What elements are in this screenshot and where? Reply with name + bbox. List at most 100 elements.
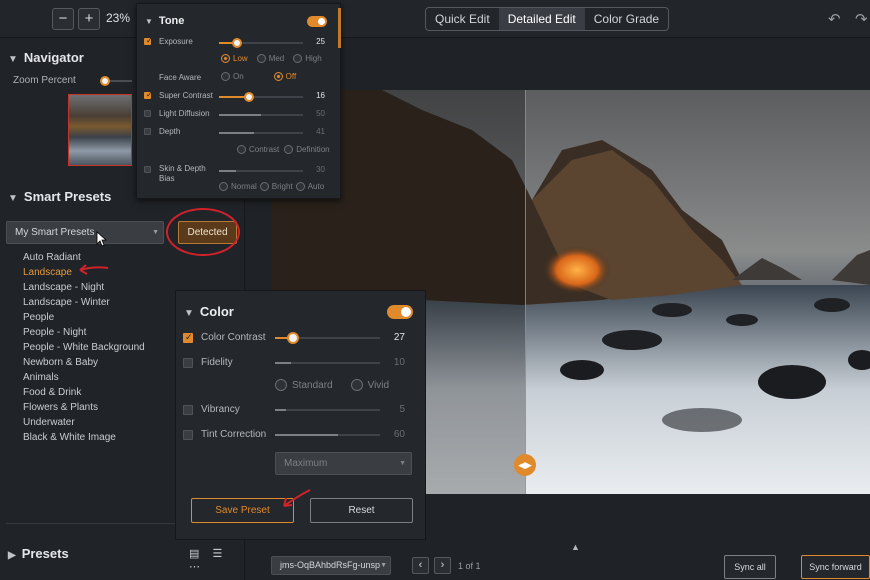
radio-med[interactable] — [256, 54, 266, 63]
skin-depth-bias-slider[interactable] — [219, 170, 303, 172]
tab-quick-edit[interactable]: Quick Edit — [426, 8, 499, 30]
chevron-down-icon: ▼ — [380, 562, 387, 569]
list-item[interactable]: Underwater — [23, 415, 145, 430]
fidelity-fill — [275, 362, 291, 364]
zoom-percent-label: Zoom Percent — [13, 75, 76, 86]
color-contrast-checkbox[interactable] — [183, 332, 193, 343]
tint-correction-slider[interactable] — [275, 434, 380, 436]
color-contrast-slider[interactable] — [275, 332, 380, 344]
redo-icon[interactable]: ↷ — [855, 10, 868, 28]
navigator-thumbnail[interactable] — [68, 94, 132, 166]
page-info: 1 of 1 — [458, 561, 481, 571]
collapse-triangle-icon: ▼ — [8, 193, 18, 204]
previous-image-button[interactable]: ‹ — [412, 557, 429, 574]
undo-icon[interactable]: ↶ — [828, 10, 841, 28]
radio-bright[interactable] — [259, 182, 269, 191]
zoom-out-button[interactable]: − — [52, 8, 74, 30]
tab-detailed-edit[interactable]: Detailed Edit — [498, 8, 585, 30]
presets-header[interactable]: ▶ Presets — [8, 546, 69, 561]
fidelity-slider[interactable] — [275, 362, 380, 364]
option-contrast: Contrast — [249, 145, 280, 154]
skin-depth-bias-checkbox[interactable] — [144, 166, 151, 173]
color-contrast-value: 27 — [393, 332, 405, 343]
radio-vivid[interactable] — [350, 379, 363, 391]
preset-view-icons[interactable]: ▤ ☰ ⋯ — [189, 547, 244, 573]
zoom-in-button[interactable]: + — [78, 8, 100, 30]
exposure-checkbox[interactable] — [144, 36, 153, 45]
file-select[interactable]: jms-OqBAhbdRsFg-unsp ▼ — [271, 556, 391, 575]
color-title: Color — [199, 304, 234, 319]
vibrancy-checkbox[interactable] — [183, 405, 193, 415]
tone-header[interactable]: ▼ Tone — [145, 15, 184, 27]
exposure-value: 25 — [316, 37, 325, 46]
light-diffusion-slider[interactable] — [219, 114, 303, 116]
tone-scrollbar[interactable] — [338, 8, 341, 48]
exposure-slider[interactable] — [219, 38, 303, 48]
list-item[interactable]: People — [23, 310, 145, 325]
sync-forward-button[interactable]: Sync forward — [801, 555, 870, 579]
radio-contrast[interactable] — [237, 145, 246, 154]
split-divider[interactable] — [525, 90, 526, 494]
super-contrast-knob[interactable] — [244, 92, 255, 102]
radio-standard[interactable] — [275, 379, 287, 391]
depth-options: Contrast Definition — [237, 145, 330, 154]
depth-value: 41 — [316, 127, 325, 136]
color-toggle[interactable] — [387, 305, 413, 319]
split-handle-icon[interactable]: ◀▶ — [514, 454, 536, 476]
vibrancy-slider[interactable] — [275, 409, 380, 411]
exposure-options: Low Med High — [221, 54, 322, 63]
color-contrast-knob[interactable] — [286, 332, 299, 344]
tab-color-grade[interactable]: Color Grade — [585, 8, 668, 30]
zoom-percent-slider[interactable] — [100, 76, 132, 86]
list-item[interactable]: Newborn & Baby — [23, 355, 145, 370]
smart-presets-select[interactable]: My Smart Presets ▼ — [6, 221, 164, 244]
color-header[interactable]: ▼ Color — [184, 304, 234, 319]
tint-mode-select[interactable]: Maximum ▼ — [275, 452, 412, 475]
tint-correction-value: 60 — [393, 429, 405, 440]
light-diffusion-checkbox[interactable] — [144, 110, 151, 117]
tint-correction-label: Tint Correction — [201, 429, 267, 440]
radio-high[interactable] — [293, 54, 303, 63]
sync-all-button[interactable]: Sync all — [724, 555, 776, 579]
tone-panel: ▼ Tone Exposure 25 Low Med High Face Awar… — [136, 3, 341, 199]
smart-presets-header[interactable]: ▼ Smart Presets — [8, 189, 111, 204]
radio-low[interactable] — [221, 54, 230, 63]
list-item[interactable]: Black & White Image — [23, 430, 145, 445]
list-item[interactable]: People - Night — [23, 325, 145, 340]
radio-auto[interactable] — [295, 182, 305, 191]
next-image-button[interactable]: › — [434, 557, 451, 574]
navigator-header[interactable]: ▼ Navigator — [8, 50, 84, 65]
radio-off[interactable] — [273, 72, 283, 81]
list-item[interactable]: Animals — [23, 370, 145, 385]
tone-toggle[interactable] — [307, 16, 327, 27]
super-contrast-checkbox[interactable] — [144, 90, 153, 99]
radio-definition[interactable] — [284, 145, 294, 154]
chevron-down-icon: ▼ — [399, 460, 406, 467]
navigator-title: Navigator — [23, 50, 84, 65]
list-item[interactable]: People - White Background — [23, 340, 145, 355]
option-normal: Normal — [231, 182, 257, 191]
list-item[interactable]: Food & Drink — [23, 385, 145, 400]
tint-correction-fill — [275, 434, 338, 436]
option-definition: Definition — [296, 145, 330, 154]
list-item[interactable]: Flowers & Plants — [23, 400, 145, 415]
annotation-arrow — [283, 489, 311, 507]
smart-presets-select-value: My Smart Presets — [15, 227, 95, 238]
reset-button[interactable]: Reset — [310, 498, 413, 523]
radio-normal[interactable] — [219, 182, 228, 191]
exposure-knob[interactable] — [232, 38, 243, 48]
fidelity-checkbox[interactable] — [183, 358, 193, 368]
face-aware-label: Face Aware — [159, 73, 202, 82]
list-item[interactable]: Landscape - Night — [23, 280, 145, 295]
list-item[interactable]: Landscape - Winter — [23, 295, 145, 310]
radio-on[interactable] — [221, 72, 230, 81]
vibrancy-value: 5 — [399, 404, 405, 415]
color-panel: ▼ Color Color Contrast 27 Fidelity 10 Sta… — [175, 290, 426, 540]
depth-slider[interactable] — [219, 132, 303, 134]
skin-options: Normal Bright Auto — [219, 182, 324, 191]
super-contrast-slider[interactable] — [219, 92, 303, 102]
zoom-slider-knob[interactable] — [100, 76, 110, 86]
tint-correction-checkbox[interactable] — [183, 430, 193, 440]
depth-checkbox[interactable] — [144, 128, 151, 135]
light-diffusion-label: Light Diffusion — [159, 109, 210, 118]
